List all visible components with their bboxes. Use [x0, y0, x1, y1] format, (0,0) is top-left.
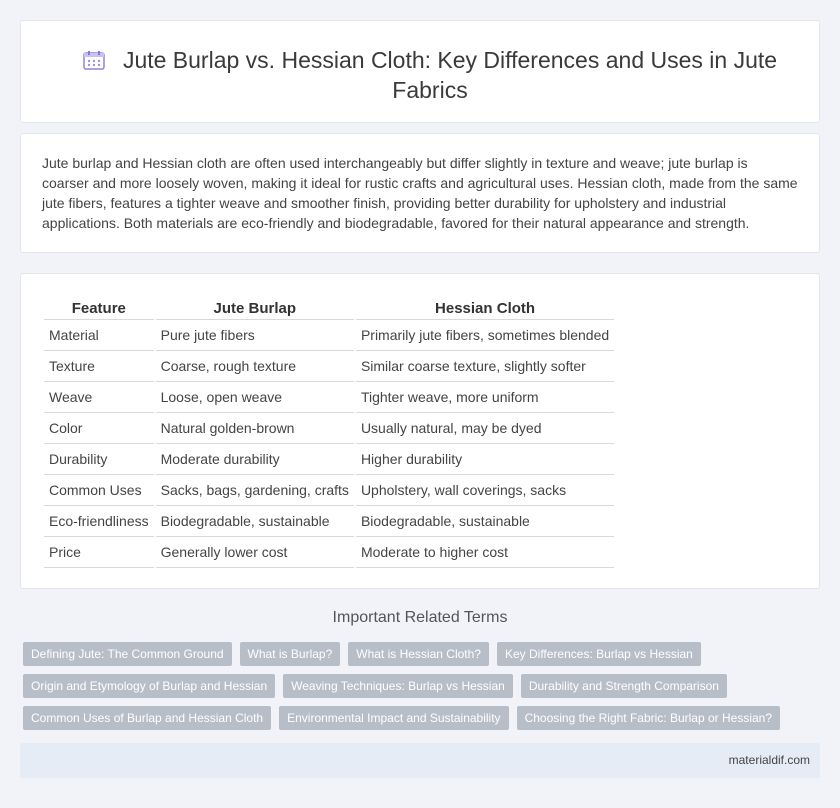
- table-header-row: Feature Jute Burlap Hessian Cloth: [44, 294, 615, 320]
- footer-site-name[interactable]: materialdif.com: [729, 753, 810, 767]
- table-cell: Similar coarse texture, slightly softer: [355, 351, 615, 382]
- tag-link[interactable]: Choosing the Right Fabric: Burlap or Hes…: [516, 706, 781, 730]
- table-cell: Sacks, bags, gardening, crafts: [155, 475, 354, 506]
- tag-link[interactable]: Durability and Strength Comparison: [520, 674, 727, 698]
- tag-row: Common Uses of Burlap and Hessian Cloth …: [23, 706, 803, 730]
- tag-link[interactable]: Origin and Etymology of Burlap and Hessi…: [23, 674, 276, 698]
- table-row: Texture Coarse, rough texture Similar co…: [44, 351, 615, 382]
- table-row: Material Pure jute fibers Primarily jute…: [44, 320, 615, 351]
- table-cell: Common Uses: [44, 475, 154, 506]
- table-cell: Durability: [44, 444, 154, 475]
- table-cell: Weave: [44, 382, 154, 413]
- table-cell: Material: [44, 320, 154, 351]
- page-title: Jute Burlap vs. Hessian Cloth: Key Diffe…: [61, 45, 799, 105]
- table-row: Common Uses Sacks, bags, gardening, craf…: [44, 475, 615, 506]
- page-title-text: Jute Burlap vs. Hessian Cloth: Key Diffe…: [122, 47, 778, 103]
- table-cell: Color: [44, 413, 154, 444]
- tag-row: Defining Jute: The Common Ground What is…: [23, 642, 803, 666]
- header-hessian-cloth: Hessian Cloth: [355, 294, 615, 320]
- tag-link[interactable]: Common Uses of Burlap and Hessian Cloth: [23, 706, 272, 730]
- table-cell: Moderate to higher cost: [355, 537, 615, 568]
- table-row: Price Generally lower cost Moderate to h…: [44, 537, 615, 568]
- table-cell: Biodegradable, sustainable: [355, 506, 615, 537]
- table-cell: Texture: [44, 351, 154, 382]
- tag-link[interactable]: Key Differences: Burlap vs Hessian: [496, 642, 701, 666]
- table-cell: Higher durability: [355, 444, 615, 475]
- table-row: Color Natural golden-brown Usually natur…: [44, 413, 615, 444]
- related-terms-heading: Important Related Terms: [332, 609, 508, 626]
- footer: materialdif.com: [20, 743, 820, 778]
- table-cell: Natural golden-brown: [155, 413, 354, 444]
- table-cell: Tighter weave, more uniform: [355, 382, 615, 413]
- table-cell: Eco-friendliness: [44, 506, 154, 537]
- related-terms-tags: Defining Jute: The Common Ground What is…: [23, 642, 803, 738]
- header-card: Jute Burlap vs. Hessian Cloth: Key Diffe…: [20, 20, 820, 123]
- header-jute-burlap: Jute Burlap: [155, 294, 354, 320]
- table-cell: Pure jute fibers: [155, 320, 354, 351]
- table-cell: Coarse, rough texture: [155, 351, 354, 382]
- tag-link[interactable]: Defining Jute: The Common Ground: [23, 642, 232, 666]
- table-cell: Upholstery, wall coverings, sacks: [355, 475, 615, 506]
- intro-card: Jute burlap and Hessian cloth are often …: [20, 133, 820, 253]
- header-feature: Feature: [44, 294, 154, 320]
- table-row: Weave Loose, open weave Tighter weave, m…: [44, 382, 615, 413]
- table-row: Eco-friendliness Biodegradable, sustaina…: [44, 506, 615, 537]
- intro-paragraph: Jute burlap and Hessian cloth are often …: [42, 155, 798, 231]
- table-card: Feature Jute Burlap Hessian Cloth Materi…: [20, 273, 820, 589]
- table-cell: Primarily jute fibers, sometimes blended: [355, 320, 615, 351]
- calendar-icon: [83, 47, 105, 70]
- table-cell: Usually natural, may be dyed: [355, 413, 615, 444]
- tag-row: Origin and Etymology of Burlap and Hessi…: [23, 674, 803, 698]
- tag-link[interactable]: Weaving Techniques: Burlap vs Hessian: [283, 674, 513, 698]
- table-cell: Loose, open weave: [155, 382, 354, 413]
- table-cell: Biodegradable, sustainable: [155, 506, 354, 537]
- comparison-table: Feature Jute Burlap Hessian Cloth Materi…: [42, 294, 616, 568]
- table-cell: Price: [44, 537, 154, 568]
- table-cell: Moderate durability: [155, 444, 354, 475]
- table-row: Durability Moderate durability Higher du…: [44, 444, 615, 475]
- table-cell: Generally lower cost: [155, 537, 354, 568]
- tag-link[interactable]: What is Burlap?: [239, 642, 341, 666]
- title-wrap: Jute Burlap vs. Hessian Cloth: Key Diffe…: [61, 45, 799, 105]
- tag-link[interactable]: What is Hessian Cloth?: [348, 642, 489, 666]
- tag-link[interactable]: Environmental Impact and Sustainability: [279, 706, 509, 730]
